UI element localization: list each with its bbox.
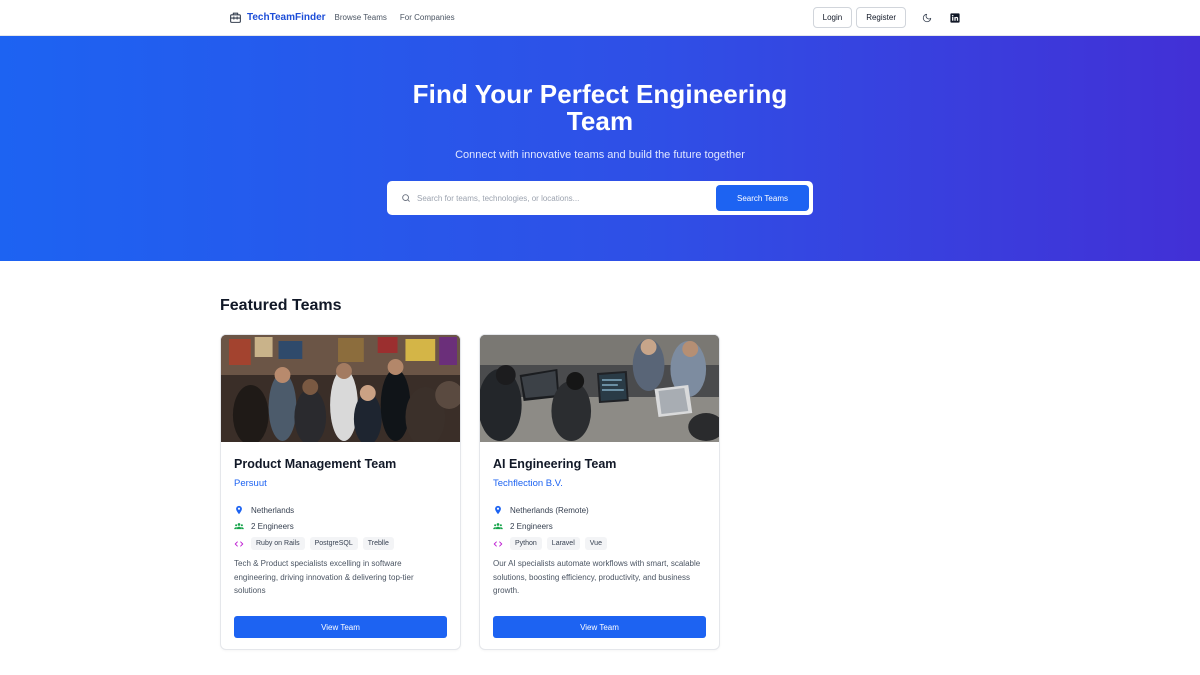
users-icon	[493, 521, 503, 531]
engineers-row: 2 Engineers	[493, 521, 706, 531]
engineers-count: 2 Engineers	[251, 521, 294, 531]
search-bar: Search Teams	[387, 181, 813, 215]
view-team-button[interactable]: View Team	[493, 616, 706, 638]
featured-teams-heading: Featured Teams	[220, 297, 342, 314]
hero-title-line-2: Team	[566, 106, 634, 136]
brand-name: TechTeamFinder	[247, 12, 326, 23]
tech-tag: Python	[510, 537, 542, 550]
nav-browse-teams[interactable]: Browse Teams	[335, 13, 387, 22]
hero-section: Find Your Perfect Engineering Team Conne…	[0, 36, 1200, 261]
register-button[interactable]: Register	[856, 7, 906, 28]
nav-for-companies[interactable]: For Companies	[400, 13, 455, 22]
location-text: Netherlands (Remote)	[510, 505, 589, 515]
tech-tag: PostgreSQL	[309, 537, 358, 550]
linkedin-icon[interactable]	[944, 7, 966, 28]
team-photo	[480, 335, 719, 442]
company-link[interactable]: Techflection B.V.	[493, 478, 706, 489]
hero-title: Find Your Perfect Engineering Team	[0, 81, 1200, 135]
code-icon	[234, 539, 244, 549]
moon-icon[interactable]	[916, 7, 938, 28]
search-icon	[401, 193, 411, 203]
view-team-button[interactable]: View Team	[234, 616, 447, 638]
team-card-body: AI Engineering Team Techflection B.V. Ne…	[480, 442, 719, 649]
map-pin-icon	[234, 505, 244, 515]
search-input[interactable]	[417, 193, 716, 203]
hero-title-line-1: Find Your Perfect Engineering	[412, 79, 788, 109]
team-description: Tech & Product specialists excelling in …	[234, 559, 414, 595]
team-card-body: Product Management Team Persuut Netherla…	[221, 442, 460, 649]
company-link[interactable]: Persuut	[234, 478, 447, 489]
team-description: Our AI specialists automate workflows wi…	[493, 559, 701, 595]
location-row: Netherlands (Remote)	[493, 505, 706, 515]
tech-tag: Treblle	[362, 537, 394, 550]
map-pin-icon	[493, 505, 503, 515]
tech-tags-row: Python Laravel Vue	[493, 537, 706, 550]
top-navbar: TechTeamFinder Browse Teams For Companie…	[0, 0, 1200, 36]
tech-tag: Ruby on Rails	[251, 537, 305, 550]
main-nav: Browse Teams For Companies	[335, 13, 455, 22]
code-icon	[493, 539, 503, 549]
team-card: AI Engineering Team Techflection B.V. Ne…	[479, 334, 720, 650]
tech-tags-row: Ruby on Rails PostgreSQL Treblle	[234, 537, 447, 550]
brand-logo[interactable]: TechTeamFinder	[229, 11, 326, 24]
header-actions: Login Register	[812, 7, 966, 28]
team-title[interactable]: AI Engineering Team	[493, 457, 706, 471]
engineers-row: 2 Engineers	[234, 521, 447, 531]
engineers-count: 2 Engineers	[510, 521, 553, 531]
briefcase-icon	[229, 11, 242, 24]
hero-subtitle: Connect with innovative teams and build …	[455, 149, 745, 161]
team-title[interactable]: Product Management Team	[234, 457, 447, 471]
users-icon	[234, 521, 244, 531]
tech-tag: Laravel	[546, 537, 580, 550]
search-teams-button[interactable]: Search Teams	[716, 185, 809, 211]
tech-tag: Vue	[584, 537, 607, 550]
location-text: Netherlands	[251, 505, 295, 515]
team-photo	[221, 335, 460, 442]
login-button[interactable]: Login	[812, 7, 853, 28]
location-row: Netherlands	[234, 505, 447, 515]
team-card: Product Management Team Persuut Netherla…	[220, 334, 461, 650]
